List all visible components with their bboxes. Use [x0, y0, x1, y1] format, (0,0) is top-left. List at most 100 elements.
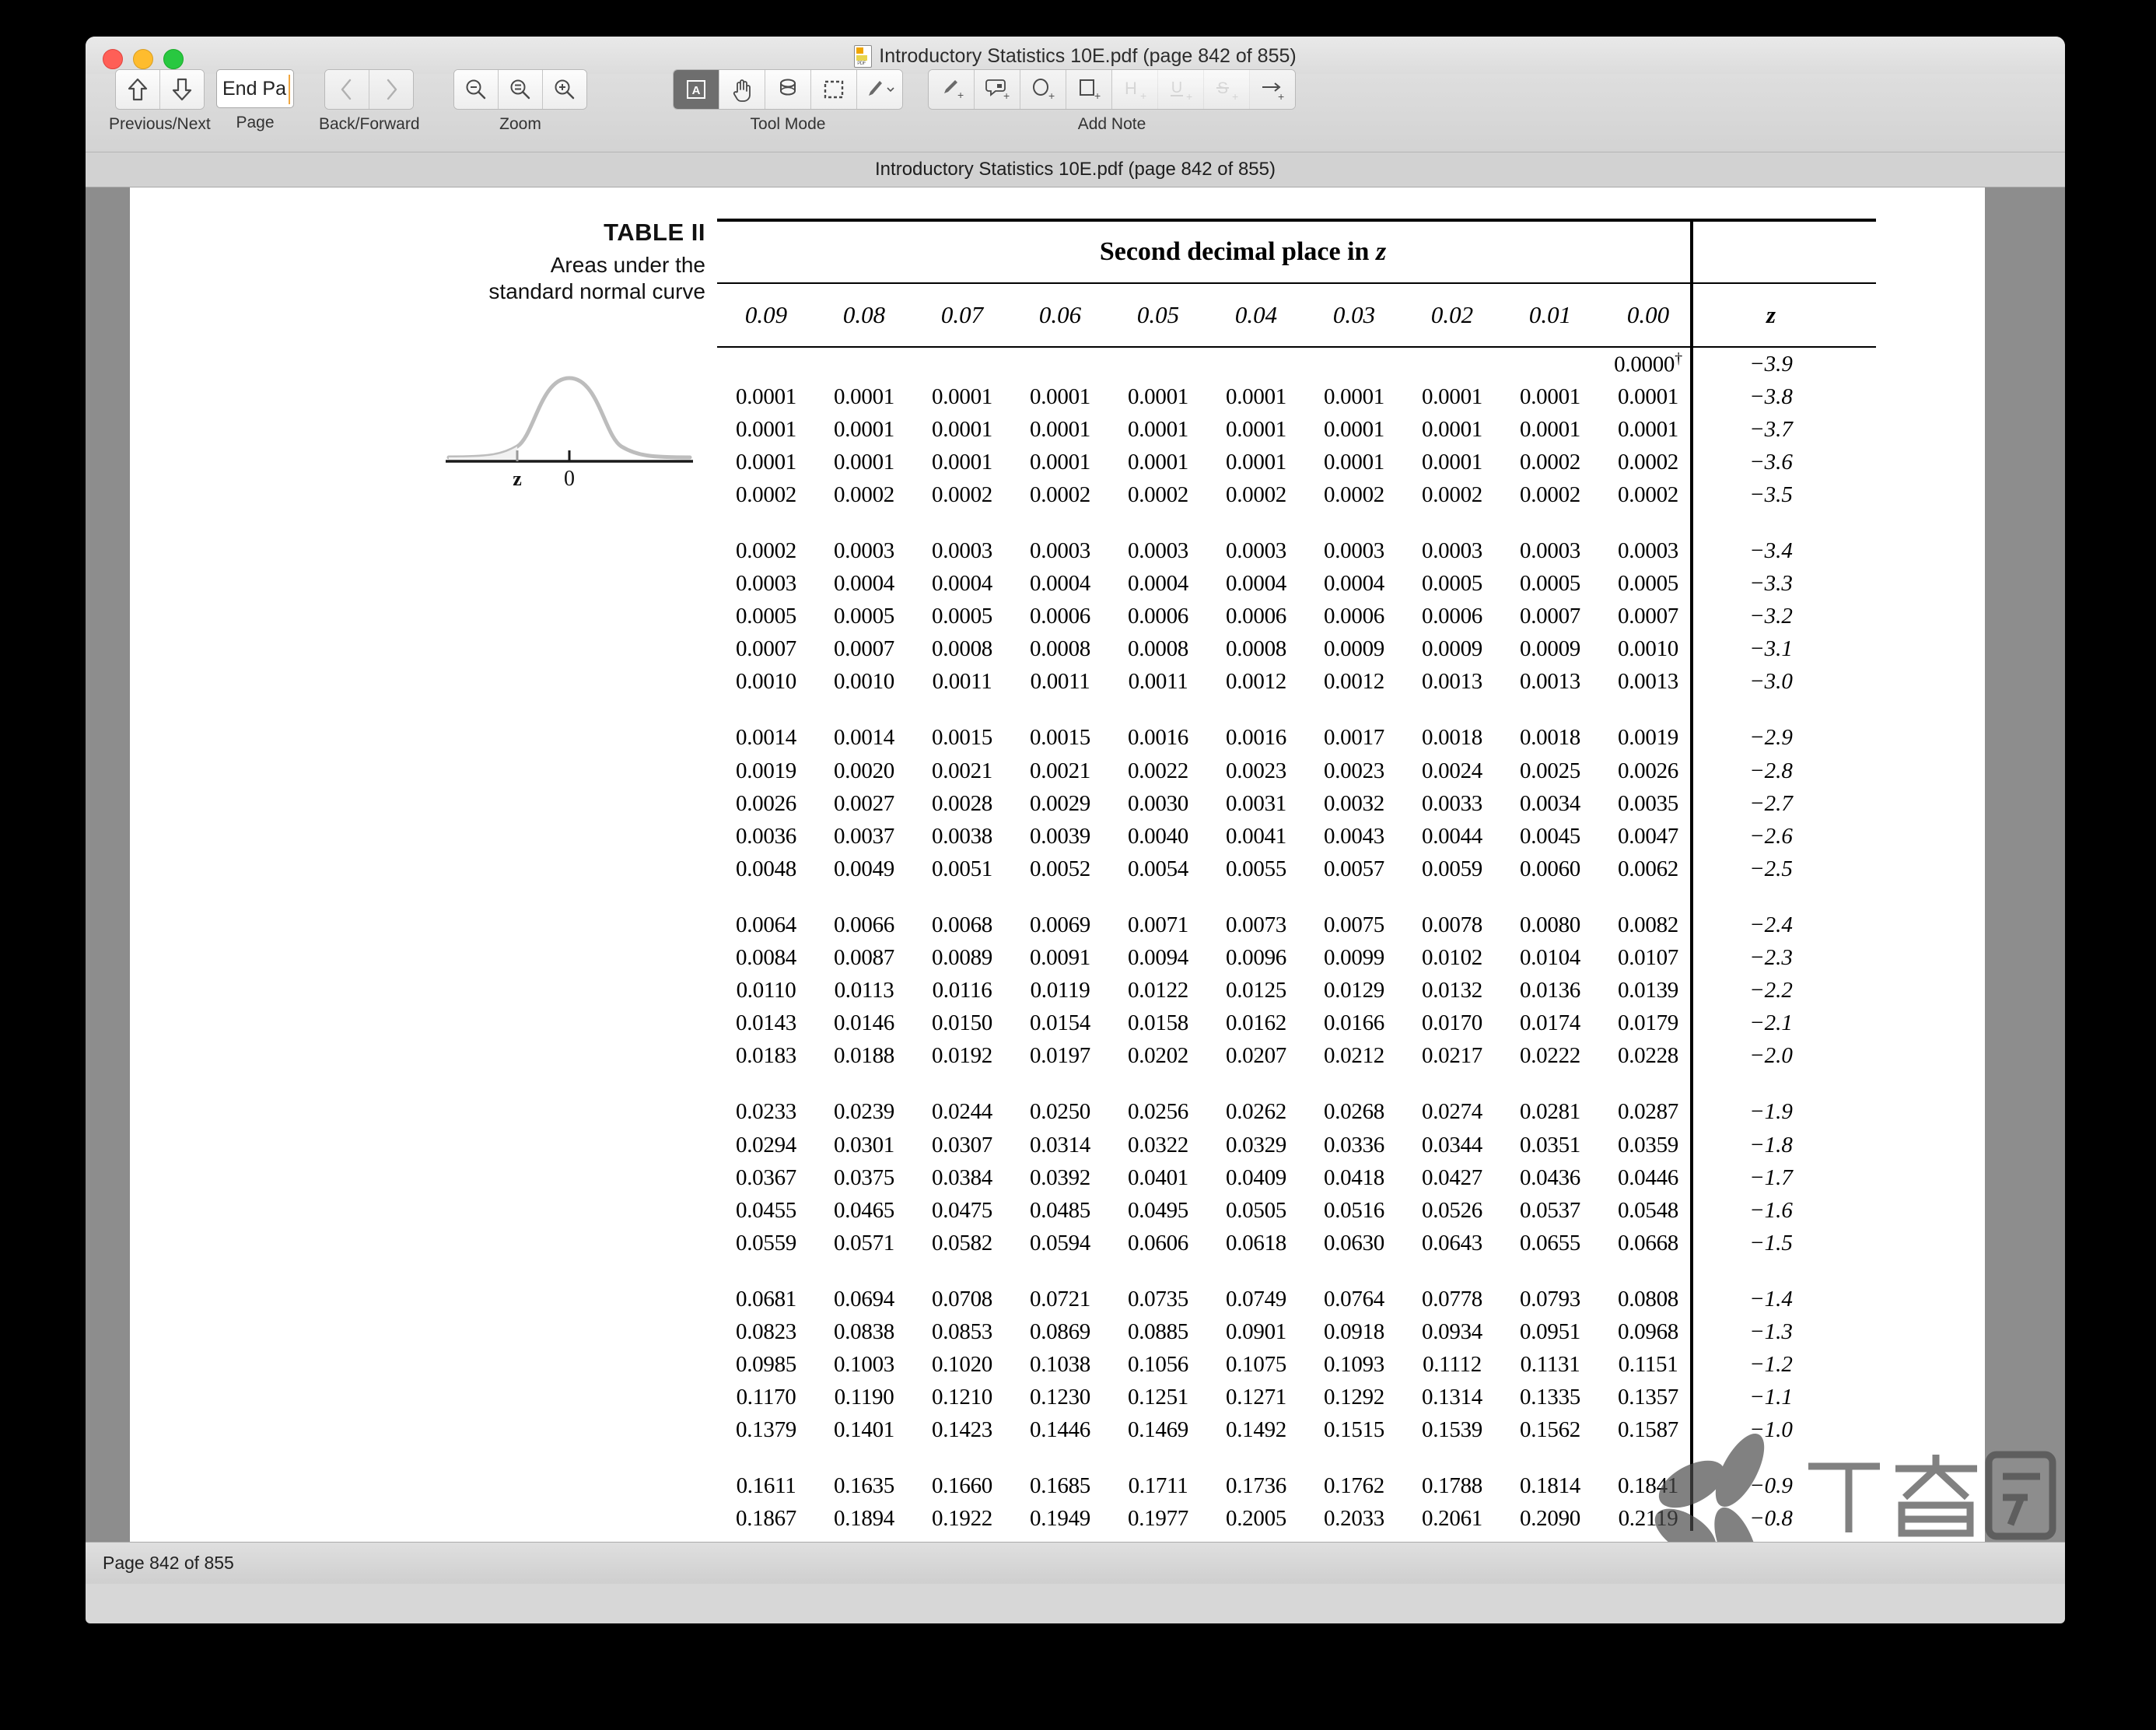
add-note-segment: + + + + H + U + S + +: [928, 69, 1296, 110]
table-subtitle-line-1: Areas under the: [550, 253, 705, 277]
add-note-pen-button[interactable]: +: [929, 70, 975, 109]
next-page-button[interactable]: [159, 70, 204, 109]
marquee-select-tool-button[interactable]: [811, 70, 857, 109]
table-cell: 0.0934: [1422, 1319, 1482, 1344]
table-row: 0.1379 0.1401 0.1423 0.1446 0.1469 0.1492 0.15…: [717, 1414, 1876, 1447]
table-cell: 0.0853: [932, 1319, 992, 1344]
previous-page-button[interactable]: [115, 70, 160, 109]
document-scroll-view[interactable]: TABLE II Areas under the standard normal…: [86, 187, 2065, 1584]
table-cell: 0.0188: [834, 1043, 894, 1069]
table-cell: 0.1190: [834, 1385, 894, 1410]
add-underline-note-button[interactable]: U +: [1158, 70, 1204, 109]
table-cell: 0.0023: [1226, 758, 1286, 783]
window-title: Introductory Statistics 10E.pdf (page 84…: [879, 44, 1297, 67]
column-header-z: z: [1766, 301, 1776, 328]
row-z-value: −1.8: [1749, 1132, 1793, 1157]
column-header-0.06: 0.06: [1038, 301, 1082, 328]
table-cell: 0.0009: [1520, 636, 1580, 662]
table-cell: 0.0094: [1128, 945, 1188, 971]
table-z-column-separator: [1690, 219, 1693, 1531]
table-cell: 0.0002: [1128, 482, 1188, 507]
table-cell: 0.0192: [932, 1043, 992, 1069]
table-cell: 0.0002: [1618, 449, 1678, 475]
page-number-input[interactable]: End Pa: [216, 69, 294, 108]
table-cell: 0.0322: [1128, 1132, 1188, 1157]
table-cell: 0.0043: [1324, 823, 1384, 849]
table-cell: 0.0618: [1226, 1230, 1286, 1255]
table-cell: 0.0694: [834, 1286, 894, 1312]
page-label: Page: [236, 114, 275, 131]
table-cell: 0.0301: [834, 1132, 894, 1157]
table-cell: 0.0015: [932, 725, 992, 751]
table-cell: 0.0002: [1520, 482, 1580, 507]
table-cell: 0.0034: [1520, 790, 1580, 816]
table-row: 0.0007 0.0007 0.0008 0.0008 0.0008 0.0008 0.00…: [717, 633, 1876, 666]
table-cell: 0.0158: [1128, 1010, 1188, 1036]
table-cell: 0.1788: [1422, 1473, 1482, 1499]
table-cell: 0.0116: [932, 978, 992, 1003]
row-z-value: −1.0: [1749, 1417, 1793, 1443]
table-cell: 0.0001: [1618, 416, 1678, 442]
table-row: 0.0183 0.0188 0.0192 0.0197 0.0202 0.0207 0.02…: [717, 1040, 1876, 1073]
forward-button[interactable]: [369, 70, 414, 109]
row-z-value: −1.7: [1749, 1164, 1793, 1190]
table-cell: 0.0002: [736, 538, 796, 564]
svg-text:+: +: [1094, 89, 1101, 102]
table-cell: 0.0594: [1030, 1230, 1090, 1255]
table-cell: 0.1922: [932, 1506, 992, 1532]
add-square-note-button[interactable]: +: [1066, 70, 1112, 109]
table-cell: 0.0643: [1422, 1230, 1482, 1255]
zoom-actual-size-button[interactable]: [499, 70, 543, 109]
table-cell: 0.0436: [1520, 1164, 1580, 1190]
table-row: 0.0681 0.0694 0.0708 0.0721 0.0735 0.0749 0.07…: [717, 1283, 1876, 1315]
table-cell: 0.0985: [736, 1352, 796, 1378]
table-cell: 0.0080: [1520, 912, 1580, 937]
table-cell: 0.0001: [736, 449, 796, 475]
table-cell: 0.0091: [1030, 945, 1090, 971]
table-cell: 0.1170: [736, 1385, 796, 1410]
table-row: 0.0019 0.0020 0.0021 0.0021 0.0022 0.0023 0.00…: [717, 755, 1876, 787]
svg-text:+: +: [1003, 89, 1010, 102]
back-button[interactable]: [325, 70, 370, 109]
table-cell: 0.0001: [834, 383, 894, 409]
table-cell: 0.0087: [834, 945, 894, 971]
table-cell: 0.0009: [1422, 636, 1482, 662]
svg-text:U: U: [1171, 79, 1182, 96]
add-highlight-note-button[interactable]: H +: [1112, 70, 1158, 109]
table-cell: 0.0049: [834, 856, 894, 881]
text-select-tool-button[interactable]: A: [674, 70, 719, 109]
table-row: 0.0000† −3.9: [717, 348, 1876, 380]
table-cell: 0.1492: [1226, 1417, 1286, 1443]
table-cell: 0.0401: [1128, 1164, 1188, 1190]
table-cell: 0.0170: [1422, 1010, 1482, 1036]
table-cell: 0.0250: [1030, 1099, 1090, 1125]
add-strikeout-note-button[interactable]: S +: [1204, 70, 1250, 109]
table-cell: 0.0014: [736, 725, 796, 751]
zoom-in-button[interactable]: [543, 70, 586, 109]
table-cell: 0.0606: [1128, 1230, 1188, 1255]
table-cell: 0.0041: [1226, 823, 1286, 849]
table-cell: 0.0166: [1324, 1010, 1384, 1036]
zoom-out-button[interactable]: [454, 70, 499, 109]
hand-tool-button[interactable]: [719, 70, 765, 109]
table-cell: 0.0154: [1030, 1010, 1090, 1036]
highlight-pen-tool-button[interactable]: [857, 70, 902, 109]
table-cell: 0.1515: [1324, 1417, 1384, 1443]
table-cell: 0.0044: [1422, 823, 1482, 849]
table-cell: 0.0001: [1520, 416, 1580, 442]
table-cell: 0.0035: [1618, 790, 1678, 816]
table-cell: 0.0075: [1324, 912, 1384, 937]
magnify-tool-button[interactable]: [765, 70, 811, 109]
table-cell: 0.0392: [1030, 1164, 1090, 1190]
column-header-0.03: 0.03: [1332, 301, 1376, 328]
table-cell: 0.0001: [1030, 449, 1090, 475]
table-cell: 0.0268: [1324, 1099, 1384, 1125]
table-cell: 0.0010: [1618, 636, 1678, 662]
table-cell: 0.2119: [1618, 1506, 1678, 1532]
add-arrow-note-button[interactable]: +: [1250, 70, 1295, 109]
add-speech-note-button[interactable]: +: [975, 70, 1020, 109]
table-cell: 0.0183: [736, 1043, 796, 1069]
table-cell: 0.1446: [1030, 1417, 1090, 1443]
add-oval-note-button[interactable]: +: [1020, 70, 1066, 109]
row-z-value: −2.9: [1749, 725, 1793, 751]
